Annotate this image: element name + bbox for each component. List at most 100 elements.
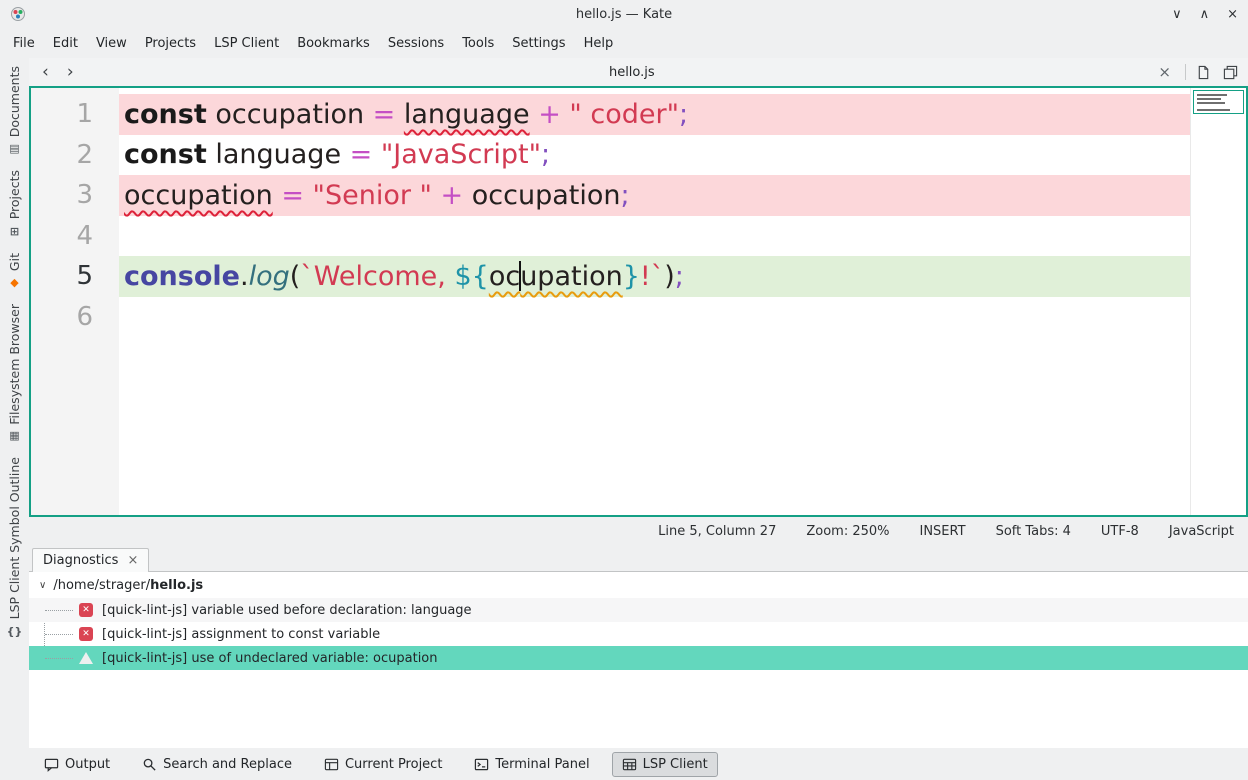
code-token: + xyxy=(538,99,561,130)
code-area[interactable]: 1const occupation = language + " coder";… xyxy=(31,94,1246,337)
toolview-button-documents[interactable]: Documents▤ xyxy=(7,66,22,155)
status-zoom[interactable]: Zoom: 250% xyxy=(806,524,889,539)
forward-button[interactable]: › xyxy=(58,64,83,81)
expander-icon[interactable]: ∨ xyxy=(39,580,46,591)
toolview-label: Filesystem Browser xyxy=(7,304,22,425)
code-token xyxy=(432,180,441,211)
code-line-2[interactable]: 2const language = "JavaScript"; xyxy=(31,135,1246,176)
code-token: upation xyxy=(520,261,623,292)
new-document-icon[interactable] xyxy=(1190,65,1217,80)
menu-item-sessions[interactable]: Sessions xyxy=(379,32,453,55)
split-view-icon[interactable] xyxy=(1217,65,1244,80)
menu-item-settings[interactable]: Settings xyxy=(503,32,574,55)
back-button[interactable]: ‹ xyxy=(33,64,58,81)
panel-button-current-project[interactable]: Current Project xyxy=(314,752,452,777)
code-token: ${ xyxy=(454,261,488,292)
diagnostics-file-row[interactable]: ∨ /home/strager/hello.js xyxy=(29,572,1248,598)
diagnostic-item[interactable]: ✕[quick-lint-js] variable used before de… xyxy=(29,598,1248,622)
close-button[interactable]: × xyxy=(1227,7,1238,22)
code-token: = xyxy=(281,180,304,211)
tab-hello-js[interactable]: hello.js × xyxy=(83,58,1181,86)
code-token: occupation xyxy=(463,180,620,211)
code-token: ; xyxy=(541,139,550,170)
symbol-outline-icon: {} xyxy=(7,625,23,638)
menu-item-bookmarks[interactable]: Bookmarks xyxy=(288,32,379,55)
line-content: const language = "JavaScript"; xyxy=(119,135,1246,176)
kate-window: hello.js — Kate ∨ ∧ × FileEditViewProjec… xyxy=(0,0,1248,780)
maximize-button[interactable]: ∧ xyxy=(1200,7,1210,22)
code-token: const xyxy=(124,99,207,130)
menu-item-view[interactable]: View xyxy=(87,32,136,55)
toolview-button-projects[interactable]: Projects⊞ xyxy=(7,170,22,237)
toolview-button-lsp-client-symbol-outline[interactable]: LSP Client Symbol Outline {} xyxy=(7,457,23,637)
code-token: = xyxy=(373,99,396,130)
menu-item-lsp-client[interactable]: LSP Client xyxy=(205,32,288,55)
minimap-scrollbar[interactable] xyxy=(1190,88,1246,515)
status-cursor-position[interactable]: Line 5, Column 27 xyxy=(658,524,776,539)
code-token: ) xyxy=(664,261,675,292)
tab-close-icon[interactable]: × xyxy=(1148,63,1181,81)
panel-button-label: Current Project xyxy=(345,757,442,772)
code-token: console xyxy=(124,261,240,292)
toolview-button-git[interactable]: Git◆ xyxy=(7,253,22,289)
statusbar: Line 5, Column 27 Zoom: 250% INSERT Soft Ta… xyxy=(29,517,1248,545)
panel-button-search-and-replace[interactable]: Search and Replace xyxy=(132,752,302,777)
status-encoding[interactable]: UTF-8 xyxy=(1101,524,1139,539)
code-token: } xyxy=(623,261,640,292)
toolview-label: Documents xyxy=(7,66,22,137)
line-content xyxy=(119,297,1246,338)
panel-button-output[interactable]: Output xyxy=(34,752,120,777)
code-token: language xyxy=(207,139,350,170)
code-line-6[interactable]: 6 xyxy=(31,297,1246,338)
code-token: language xyxy=(404,99,530,130)
diagnostic-text: [quick-lint-js] use of undeclared variab… xyxy=(102,651,438,666)
diagnostics-tab-close-icon[interactable]: × xyxy=(127,553,138,568)
window-title: hello.js — Kate xyxy=(0,7,1248,22)
diagnostic-item[interactable]: ✕[quick-lint-js] assignment to const var… xyxy=(29,622,1248,646)
code-token: log xyxy=(249,261,290,292)
minimap-view-rect xyxy=(1193,90,1244,114)
editor[interactable]: 1const occupation = language + " coder";… xyxy=(29,86,1248,517)
line-number: 4 xyxy=(31,221,119,251)
menu-item-edit[interactable]: Edit xyxy=(44,32,87,55)
toolview-label: LSP Client Symbol Outline xyxy=(7,457,22,619)
panel-button-label: Terminal Panel xyxy=(495,757,589,772)
line-content: const occupation = language + " coder"; xyxy=(119,94,1246,135)
menu-item-projects[interactable]: Projects xyxy=(136,32,205,55)
line-number: 5 xyxy=(31,261,119,291)
code-token xyxy=(372,139,381,170)
code-token: " coder" xyxy=(569,99,679,130)
panel-button-label: Search and Replace xyxy=(163,757,292,772)
line-content xyxy=(119,216,1246,257)
left-toolview-bar: Documents▤ Projects⊞ Git◆ Filesystem Browse… xyxy=(0,58,29,748)
status-input-mode[interactable]: INSERT xyxy=(920,524,966,539)
code-token: = xyxy=(350,139,373,170)
minimize-button[interactable]: ∨ xyxy=(1172,7,1182,22)
bottom-toolbar: Output Search and Replace Current Project T… xyxy=(0,748,1248,780)
code-line-1[interactable]: 1const occupation = language + " coder"; xyxy=(31,94,1246,135)
status-soft-tabs[interactable]: Soft Tabs: 4 xyxy=(996,524,1071,539)
filesystem-browser-icon: ▦ xyxy=(9,429,19,442)
panel-button-terminal-panel[interactable]: Terminal Panel xyxy=(464,752,599,777)
panel-button-lsp-client[interactable]: LSP Client xyxy=(612,752,718,777)
code-line-4[interactable]: 4 xyxy=(31,216,1246,257)
code-line-3[interactable]: 3occupation = "Senior " + occupation; xyxy=(31,175,1246,216)
code-token xyxy=(530,99,539,130)
line-number: 3 xyxy=(31,180,119,210)
status-syntax-mode[interactable]: JavaScript xyxy=(1169,524,1234,539)
diagnostic-item[interactable]: [quick-lint-js] use of undeclared variab… xyxy=(29,646,1248,670)
menu-item-tools[interactable]: Tools xyxy=(453,32,503,55)
toolview-button-filesystem-browser[interactable]: Filesystem Browser ▦ xyxy=(7,304,22,443)
code-token: ; xyxy=(679,99,688,130)
panel-button-label: LSP Client xyxy=(643,757,708,772)
diagnostics-tab-label: Diagnostics xyxy=(43,553,118,568)
diagnostics-file-path: /home/strager/hello.js xyxy=(53,578,203,593)
menu-item-file[interactable]: File xyxy=(4,32,44,55)
tab-diagnostics[interactable]: Diagnostics × xyxy=(32,548,149,572)
menu-item-help[interactable]: Help xyxy=(575,32,623,55)
git-icon: ◆ xyxy=(10,276,18,289)
line-content: console.log(`Welcome, ${ocupation}!`); xyxy=(119,256,1246,297)
code-line-5[interactable]: 5console.log(`Welcome, ${ocupation}!`); xyxy=(31,256,1246,297)
titlebar[interactable]: hello.js — Kate ∨ ∧ × xyxy=(0,0,1248,28)
error-icon: ✕ xyxy=(79,627,93,641)
